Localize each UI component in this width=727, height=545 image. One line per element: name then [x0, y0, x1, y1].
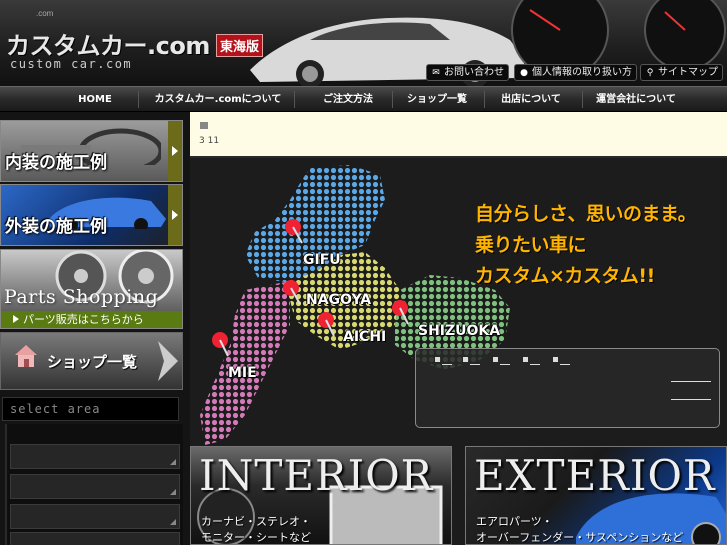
gifu-pin-icon [285, 219, 303, 244]
shop-list-banner[interactable]: ショップ一覧 [0, 332, 183, 390]
person-icon: ● [520, 68, 528, 78]
nav-open-shop[interactable]: 出店について [488, 87, 574, 112]
nav-order-method[interactable]: ご注文方法 [304, 87, 392, 112]
privacy-link[interactable]: ● 個人情報の取り扱い方 [514, 64, 637, 81]
mail-icon: ✉ [432, 68, 440, 78]
exterior-title: EXTERIOR [474, 451, 716, 500]
tagline-line-1: 自分らしさ、思いのまま。 [475, 203, 697, 225]
nav-home[interactable]: HOME [60, 87, 130, 112]
sitemap-link-label: サイトマップ [658, 67, 718, 78]
region-badge: 東海版 [216, 34, 264, 57]
contact-link-label: お問い合わせ [444, 67, 504, 78]
interior-examples-banner[interactable]: 内装の施工例 [0, 120, 183, 182]
sidebar: 内装の施工例 外装の施工例 Parts Shopping パーツ販売はこちらから [0, 112, 190, 545]
area-list-item[interactable] [10, 532, 180, 545]
parts-shopping-banner[interactable]: Parts Shopping パーツ販売はこちらから [0, 249, 183, 329]
exterior-examples-label: 外装の施工例 [5, 217, 107, 237]
page: .com カスタムカー.com custom car.com 東海版 ✉ お問い合… [0, 0, 727, 545]
tagline-line-3: カスタム×カスタム!! [475, 265, 655, 287]
interior-desc-1: カーナビ・ステレオ・ [201, 515, 311, 528]
main-nav: HOME カスタムカー.comについて ご注文方法 ショップ一覧 出店について … [0, 86, 727, 112]
exterior-examples-banner[interactable]: 外装の施工例 [0, 184, 183, 246]
area-list-item[interactable] [10, 474, 180, 499]
shizuoka-pin-icon [392, 300, 409, 325]
logo-small-text: .com [36, 9, 54, 18]
news-bullet-icon [200, 122, 208, 129]
aichi-pin-icon [318, 312, 335, 337]
parts-sales-link[interactable]: パーツ販売はこちらから [1, 311, 182, 328]
city-aichi[interactable]: AICHI [343, 329, 386, 345]
exterior-desc-2: オーバーフェンダー・サスペンションなど [476, 531, 684, 544]
mie-region[interactable] [200, 282, 290, 445]
news-date: 3 11 [199, 136, 220, 146]
city-shizuoka[interactable]: SHIZUOKA [418, 323, 500, 339]
area-list-item[interactable] [10, 444, 180, 469]
arrow-right-icon [168, 121, 182, 181]
nav-shop-list[interactable]: ショップ一覧 [396, 87, 478, 112]
exterior-desc-1: エアロパーツ・ [476, 515, 553, 528]
mie-pin-icon [212, 332, 229, 357]
site-header: .com カスタムカー.com custom car.com 東海版 ✉ お問い合… [0, 0, 727, 86]
info-panel [415, 348, 720, 428]
city-nagoya[interactable]: NAGOYA [306, 292, 371, 308]
interior-title: INTERIOR [199, 451, 434, 500]
city-mie[interactable]: MIE [228, 365, 257, 381]
interior-desc-2: モニター・シートなど [201, 531, 311, 544]
area-list [5, 424, 183, 545]
nagoya-pin-icon [283, 280, 301, 305]
shop-house-icon [15, 345, 37, 367]
exterior-banner[interactable]: EXTERIOR エアロパーツ・ オーバーフェンダー・サスペンションなど [465, 446, 727, 545]
interior-examples-label: 内装の施工例 [5, 153, 107, 173]
contact-link[interactable]: ✉ お問い合わせ [426, 64, 509, 81]
shop-list-label: ショップ一覧 [47, 353, 138, 371]
main-content: 3 11 自分らしさ、思いのまま。 乗りたい車に カスタム×カスタム!! GIF… [190, 112, 727, 545]
tagline-line-2: 乗りたい車に [475, 234, 587, 256]
news-box: 3 11 [190, 112, 727, 158]
city-gifu[interactable]: GIFU [303, 252, 341, 268]
logo-subtitle: custom car.com [10, 57, 133, 71]
area-list-item[interactable] [10, 504, 180, 529]
privacy-link-label: 個人情報の取り扱い方 [532, 67, 632, 78]
interior-banner[interactable]: INTERIOR カーナビ・ステレオ・ モニター・シートなど [190, 446, 452, 545]
header-gauge-image [511, 0, 726, 70]
site-logo[interactable]: カスタムカー.com [6, 26, 210, 61]
magnifier-icon: ⚲ [646, 68, 654, 78]
nav-about-site[interactable]: カスタムカー.comについて [148, 87, 288, 112]
nav-company[interactable]: 運営会社について [586, 87, 686, 112]
arrow-right-icon [168, 185, 182, 245]
sitemap-link[interactable]: ⚲ サイトマップ [640, 64, 723, 81]
parts-shopping-title: Parts Shopping [4, 286, 159, 308]
chevron-right-icon [158, 341, 178, 381]
select-area-header: select area [2, 397, 179, 421]
